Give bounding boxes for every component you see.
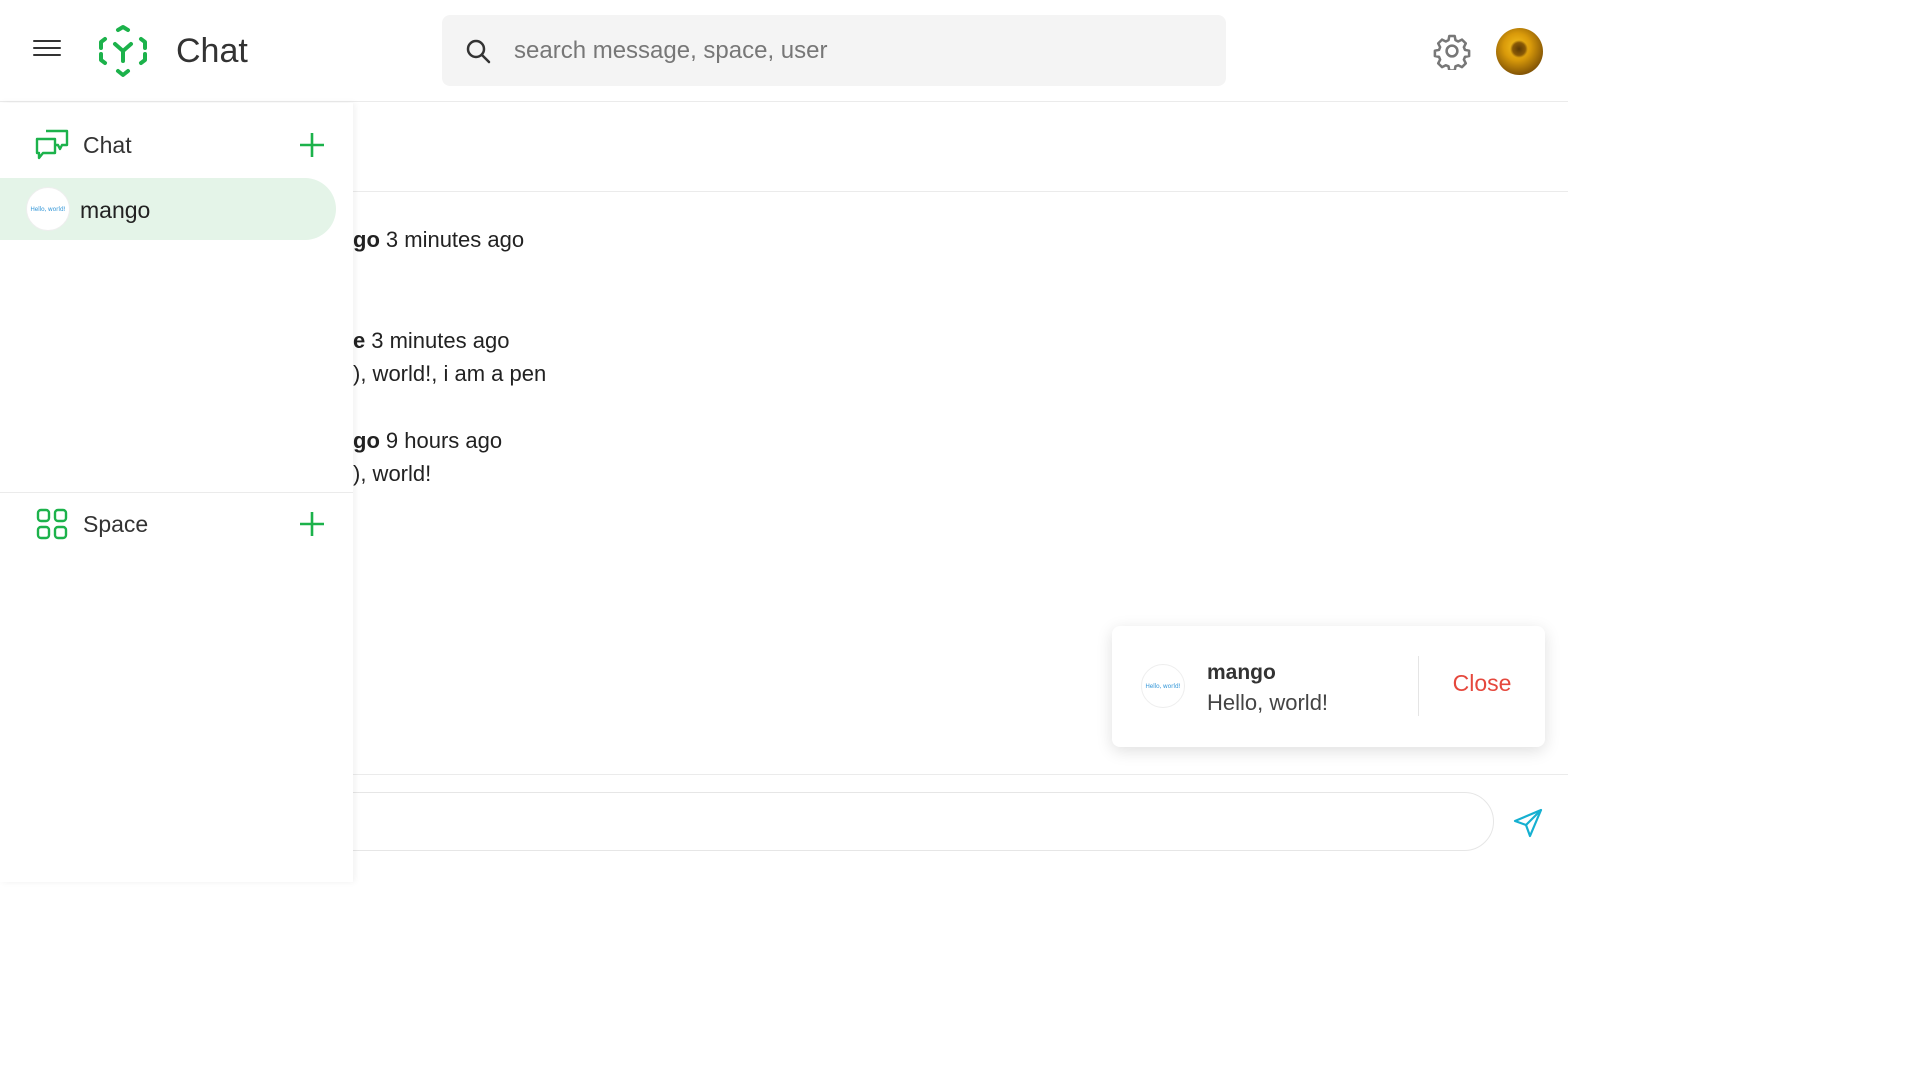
- message-time: 3 minutes ago: [385, 227, 525, 252]
- app-title: Chat: [176, 32, 248, 70]
- chat-item-name: mango: [80, 197, 151, 223]
- message-composer[interactable]: [300, 792, 1494, 851]
- toast-message: Hello, world!: [1207, 690, 1329, 715]
- space-section-label: Space: [83, 511, 149, 537]
- message-sender: go: [353, 428, 380, 453]
- toast-divider: [1418, 656, 1419, 716]
- settings-gear-icon[interactable]: [1433, 32, 1471, 70]
- message-sender: e: [353, 328, 366, 353]
- top-bar: Chat: [0, 0, 1568, 102]
- search-input[interactable]: [514, 15, 1194, 86]
- sidebar-divider: [0, 492, 353, 493]
- message-time: 9 hours ago: [385, 428, 503, 453]
- toast-close-button[interactable]: Close: [1432, 670, 1532, 697]
- message-time: 3 minutes ago: [371, 328, 510, 353]
- add-chat-icon[interactable]: [296, 129, 328, 161]
- message-text: ), world!, i am a pen: [353, 361, 547, 386]
- chat-list-item-mango[interactable]: Hello, world! mango: [0, 178, 336, 240]
- send-icon[interactable]: [1512, 807, 1544, 839]
- chat-header-divider: [353, 191, 1568, 192]
- message-sender: go: [353, 227, 380, 252]
- add-space-icon[interactable]: [296, 508, 328, 540]
- toast-sender-name: mango: [1207, 661, 1276, 684]
- user-avatar[interactable]: [1496, 28, 1543, 75]
- message-input[interactable]: [381, 793, 1461, 850]
- toast-avatar: Hello, world!: [1141, 664, 1185, 708]
- chat-section-label: Chat: [83, 132, 132, 158]
- message-header: go 9 hours ago: [353, 428, 502, 454]
- chat-bubbles-icon: [35, 129, 69, 160]
- space-grid-icon: [36, 508, 68, 540]
- sidebar: Chat Hello, world! mango Space: [0, 103, 353, 882]
- message-text: ), world!: [353, 461, 432, 486]
- composer-divider: [353, 774, 1568, 775]
- space-section-header: Space: [0, 496, 353, 556]
- message-header: e3 minutes ago: [353, 328, 509, 354]
- search-bar[interactable]: [442, 15, 1226, 86]
- search-icon: [466, 39, 491, 64]
- message-header: go 3 minutes ago: [353, 227, 524, 253]
- chat-section-header: Chat: [0, 117, 353, 177]
- menu-icon[interactable]: [30, 35, 64, 69]
- notification-toast: Hello, world! mango Hello, world! Close: [1112, 626, 1545, 747]
- chat-avatar: Hello, world!: [26, 187, 70, 231]
- app-logo-icon: [99, 25, 147, 77]
